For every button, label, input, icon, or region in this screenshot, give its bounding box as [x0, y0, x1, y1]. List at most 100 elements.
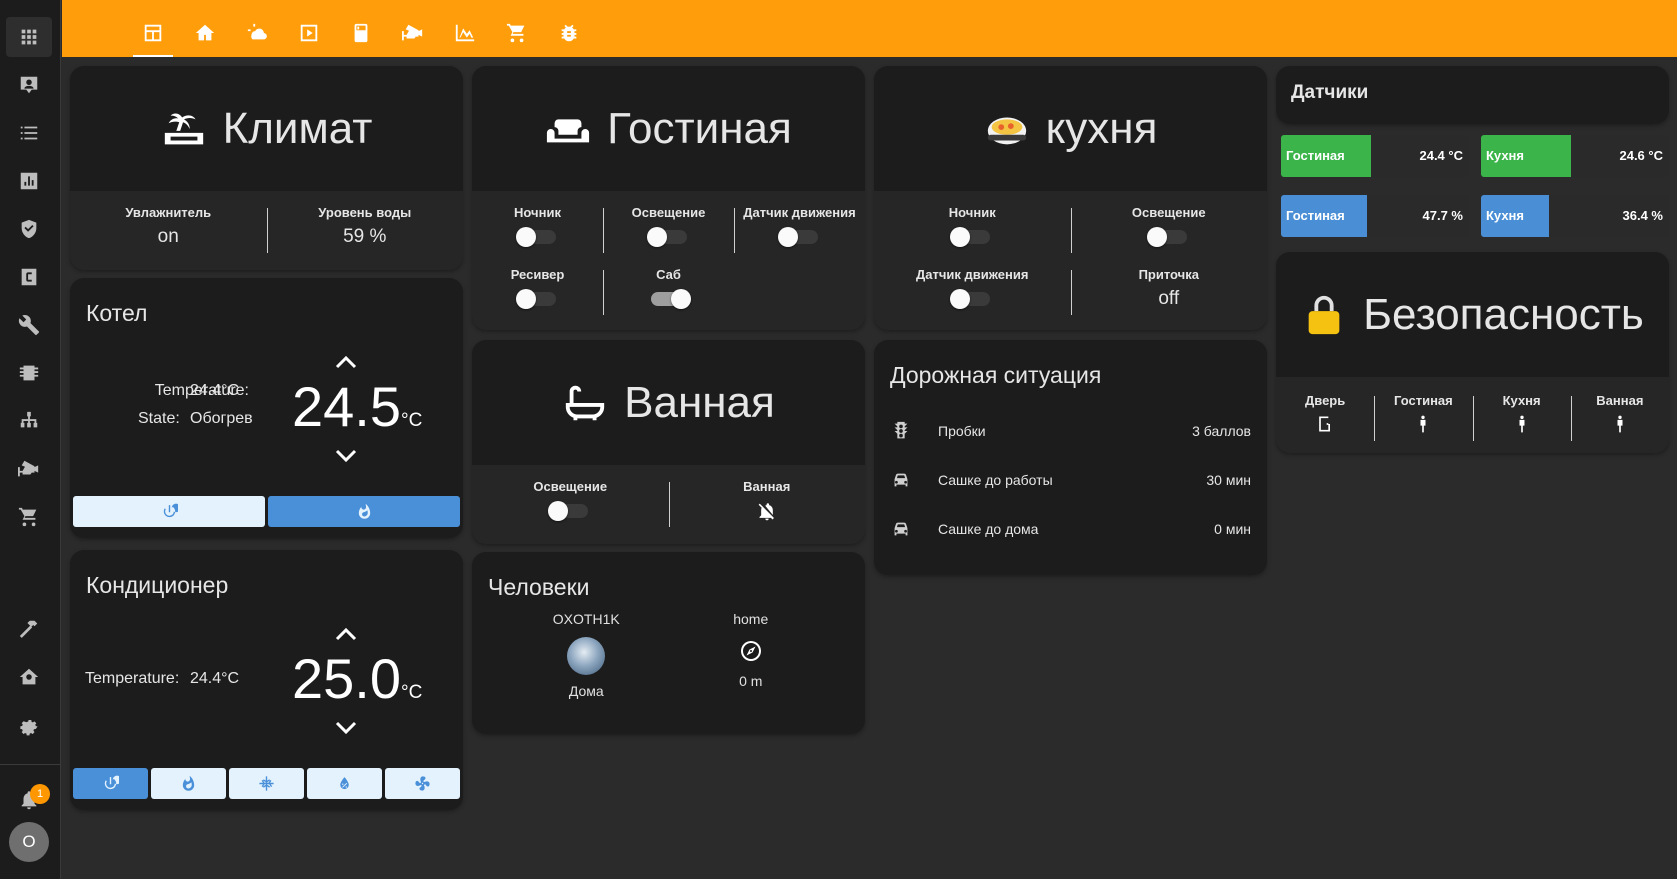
sidebar-home-gear-icon[interactable]: [6, 657, 52, 697]
konditsioner-mode-dry-button[interactable]: [307, 768, 382, 799]
bar-kukhnya-humidity[interactable]: Кухня 36.4 %: [1481, 195, 1669, 237]
klimat-humidifier-name: Увлажнитель: [125, 205, 212, 220]
gostinaya-sab-toggle[interactable]: [650, 289, 691, 309]
gostinaya-motion-name: Датчик движения: [743, 205, 856, 220]
gostinaya-nochnik-toggle[interactable]: [515, 227, 556, 247]
person-oxoth1k[interactable]: OXOTH1K Дома: [504, 611, 669, 699]
bezopasnost-door[interactable]: Дверь: [1276, 393, 1374, 445]
gostinaya-resiver-toggle[interactable]: [515, 289, 556, 309]
doroga-row-home[interactable]: Сашке до дома 0 мин: [890, 509, 1251, 549]
sidebar-cart-icon[interactable]: [6, 497, 52, 537]
konditsioner-mode-fan-button[interactable]: [385, 768, 460, 799]
doroga-row-probki[interactable]: Пробки 3 баллов: [890, 411, 1251, 451]
notification-badge: 1: [30, 784, 50, 804]
sidebar-chart-box-icon[interactable]: [6, 161, 52, 201]
kotel-title: Котел: [86, 300, 148, 326]
tab-fridge-icon[interactable]: [341, 14, 381, 54]
sidebar-account-box-icon[interactable]: [6, 65, 52, 105]
vannaya-card: Ванная Освещение Ванная: [472, 340, 865, 544]
person-avatar: [567, 637, 606, 675]
tab-home-thermometer-icon[interactable]: [185, 14, 225, 54]
tab-cctv-icon[interactable]: [393, 14, 433, 54]
kukhnya-pritochka[interactable]: Приточка off: [1070, 267, 1268, 319]
tab-weather-icon[interactable]: [237, 14, 277, 54]
kotel-state-value: Обогрев: [190, 410, 253, 427]
konditsioner-setpoint: 25.0: [292, 647, 401, 710]
fire-icon: [182, 775, 195, 791]
kotel-mode-heat-button[interactable]: [268, 496, 460, 527]
bar-gostinaya-humidity[interactable]: Гостиная 47.7 %: [1281, 195, 1469, 237]
klimat-water-level[interactable]: Уровень воды 59 %: [266, 205, 464, 257]
tab-chart-line-icon[interactable]: [445, 14, 485, 54]
vannaya-osveshchenie[interactable]: Освещение: [472, 479, 669, 531]
vannaya-osveshchenie-toggle[interactable]: [548, 501, 589, 521]
gostinaya-nochnik[interactable]: Ночник: [472, 205, 603, 257]
kukhnya-nochnik[interactable]: Ночник: [874, 205, 1071, 257]
doroga-probki-value: 3 баллов: [1192, 423, 1251, 439]
tab-bug-icon[interactable]: [549, 14, 589, 54]
gostinaya-motion[interactable]: Датчик движения: [734, 205, 865, 257]
bezopasnost-gostinaya-name: Гостиная: [1394, 393, 1453, 408]
sidebar-shield-icon[interactable]: [6, 209, 52, 249]
bell-off-icon: [758, 503, 774, 521]
kotel-mode-bar: [73, 496, 460, 527]
fan-icon: [415, 776, 430, 791]
bezopasnost-gostinaya[interactable]: Гостиная: [1374, 393, 1472, 445]
sidebar-cog-icon[interactable]: [6, 705, 52, 745]
kukhnya-motion-name: Датчик движения: [916, 267, 1029, 282]
lyudi-card: Человеки OXOTH1K Дома home 0 m: [472, 552, 865, 734]
kukhnya-motion-toggle[interactable]: [950, 289, 991, 309]
sidebar-network-icon[interactable]: [6, 401, 52, 441]
gostinaya-osveshchenie-toggle[interactable]: [646, 227, 687, 247]
doroga-work-name: Сашке до работы: [938, 472, 1053, 488]
bezopasnost-kukhnya[interactable]: Кухня: [1472, 393, 1571, 445]
gostinaya-resiver[interactable]: Ресивер: [472, 267, 603, 319]
sidebar-memory-chip-icon[interactable]: [6, 353, 52, 393]
tab-cart-icon[interactable]: [497, 14, 537, 54]
person-oxoth1k-name: OXOTH1K: [552, 611, 620, 627]
sidebar-alpha-c-box-icon[interactable]: [6, 257, 52, 297]
sidebar-wrench-icon[interactable]: [6, 305, 52, 345]
klimat-humidifier[interactable]: Увлажнитель on: [70, 205, 267, 257]
bar-kukhnya-temp[interactable]: Кухня 24.6 °C: [1481, 135, 1669, 177]
kotel-temp-down-icon[interactable]: [332, 446, 360, 466]
gostinaya-card: Гостиная Ночник Освещение Датчик движени…: [472, 66, 865, 330]
konditsioner-temp-down-icon[interactable]: [332, 718, 360, 738]
person-home-name: home: [733, 611, 769, 627]
kotel-mode-off-button[interactable]: [73, 496, 265, 527]
vannaya-vannaya[interactable]: Ванная: [668, 479, 866, 531]
user-avatar[interactable]: O: [9, 822, 49, 862]
kukhnya-nochnik-name: Ночник: [948, 205, 996, 220]
sidebar-list-icon[interactable]: [6, 113, 52, 153]
konditsioner-mode-off-button[interactable]: [73, 768, 148, 799]
gostinaya-motion-toggle[interactable]: [777, 227, 818, 247]
konditsioner-mode-cool-button[interactable]: [229, 768, 304, 799]
konditsioner-temp-up-icon[interactable]: [332, 624, 360, 644]
tab-view-dashboard-icon[interactable]: [133, 14, 173, 57]
sidebar-cctv-icon[interactable]: [6, 449, 52, 489]
sidebar-apps-icon[interactable]: [6, 17, 52, 57]
traffic-light-icon: [894, 421, 908, 439]
kukhnya-nochnik-toggle[interactable]: [950, 227, 991, 247]
kukhnya-osveshchenie-toggle[interactable]: [1146, 227, 1187, 247]
konditsioner-mode-heat-button[interactable]: [151, 768, 226, 799]
klimat-humidifier-value: on: [157, 226, 179, 247]
sofa-icon: [547, 118, 590, 142]
sidebar-hammer-icon[interactable]: [6, 609, 52, 649]
klimat-glance: Увлажнитель on Уровень воды 59 %: [70, 191, 463, 270]
kukhnya-motion[interactable]: Датчик движения: [874, 267, 1071, 319]
car-icon: [894, 522, 908, 536]
gostinaya-sab[interactable]: Саб: [603, 267, 734, 319]
kukhnya-osveshchenie[interactable]: Освещение: [1070, 205, 1268, 257]
gostinaya-osveshchenie[interactable]: Освещение: [603, 205, 734, 257]
kotel-temp-up-icon[interactable]: [332, 352, 360, 372]
gostinaya-sab-name: Саб: [656, 267, 681, 282]
konditsioner-card: Кондиционер Temperature: 24.4°C 25.0°C: [70, 550, 463, 810]
doroga-row-work[interactable]: Сашке до работы 30 мин: [890, 460, 1251, 500]
person-home[interactable]: home 0 m: [669, 611, 834, 699]
tab-play-box-icon[interactable]: [289, 14, 329, 54]
bar-kukhnya-humidity-label: Кухня: [1486, 208, 1524, 223]
bar-gostinaya-temp[interactable]: Гостиная 24.4 °C: [1281, 135, 1469, 177]
klimat-water-level-value: 59 %: [343, 226, 387, 247]
bezopasnost-vannaya[interactable]: Ванная: [1570, 393, 1669, 445]
